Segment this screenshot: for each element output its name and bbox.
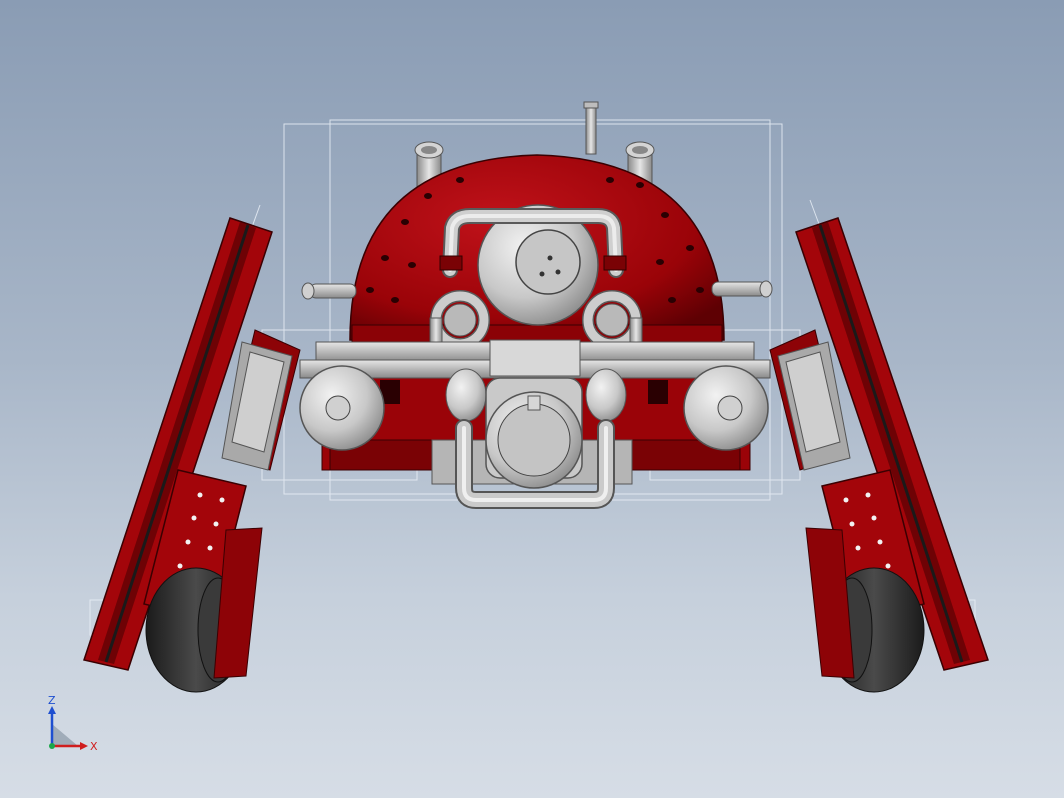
left-flipper bbox=[83, 217, 301, 693]
crossbar bbox=[299, 339, 771, 379]
right-flipper bbox=[769, 217, 989, 693]
x-axis-label: X bbox=[90, 740, 98, 753]
coordinate-triad-icon: Z X bbox=[48, 696, 98, 753]
robot-model[interactable] bbox=[0, 0, 1064, 798]
antenna bbox=[585, 103, 597, 155]
z-axis-label: Z bbox=[48, 696, 56, 707]
graphics-viewport[interactable]: Z X bbox=[0, 0, 1064, 798]
